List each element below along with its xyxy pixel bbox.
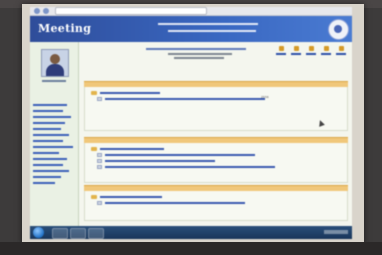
toolbar-label [321,53,331,55]
toolbar-label [276,53,286,55]
avatar-body [46,64,64,76]
agenda-item[interactable] [91,147,164,151]
agenda-item-label[interactable] [100,148,164,150]
forward-icon[interactable] [43,8,49,14]
sidebar-item[interactable] [33,122,65,124]
toolbar-item[interactable] [336,46,346,55]
section-body [84,191,348,221]
agenda-item[interactable] [91,195,162,199]
sidebar-item[interactable] [33,158,67,160]
sidebar-item[interactable] [33,146,73,148]
agenda-item[interactable] [97,159,215,163]
header-title-line-2 [168,30,256,32]
sidebar-item[interactable] [33,128,61,130]
folder-icon [91,147,97,151]
toolbar [276,46,346,55]
avatar-head [50,54,60,64]
sidebar-item[interactable] [33,116,71,118]
sidebar [30,42,79,226]
agenda-item-label[interactable] [105,202,245,204]
agenda-item-label[interactable] [100,196,162,198]
folder-icon [91,91,97,95]
main-content: 2556 [80,42,352,226]
folder-icon [91,195,97,199]
user-name [42,80,66,82]
logout-icon[interactable] [338,46,344,51]
taskbar-app-2[interactable] [70,228,86,239]
document-icon [97,97,102,101]
help-icon[interactable] [323,46,329,51]
agenda-item-label[interactable] [105,98,265,100]
emblem-icon [328,19,349,40]
sidebar-item[interactable] [33,104,67,106]
sidebar-item[interactable] [33,110,63,112]
toolbar-item[interactable] [291,46,301,55]
taskbar-app-3[interactable] [88,228,104,239]
sidebar-item[interactable] [33,152,59,154]
agenda-item-label[interactable] [100,92,160,94]
agenda-item[interactable] [97,97,265,101]
room-floor [0,242,382,255]
sidebar-item[interactable] [33,170,69,172]
system-tray[interactable] [324,230,348,234]
toolbar-label [336,53,346,55]
toolbar-label [306,53,316,55]
browser-toolbar [30,7,352,16]
toolbar-item[interactable] [321,46,331,55]
agenda-item-label[interactable] [105,160,215,162]
agenda-item[interactable] [97,153,255,157]
agenda-item[interactable] [97,201,245,205]
back-icon[interactable] [34,8,40,14]
agenda-item-label[interactable] [105,166,275,168]
meeting-title [146,48,246,50]
windows-taskbar [30,226,352,239]
toolbar-item[interactable] [276,46,286,55]
section-body [84,143,348,183]
section-body: 2556 [84,87,348,131]
meeting-place-line [174,57,224,59]
site-logo[interactable]: Meeting [38,22,91,35]
toolbar-item[interactable] [306,46,316,55]
home-icon[interactable] [278,46,284,51]
meeting-date-line [168,53,232,55]
agenda-item-label[interactable] [105,154,255,156]
site-header: Meeting [30,16,352,42]
sidebar-item[interactable] [33,182,55,184]
agenda-item[interactable] [91,91,160,95]
document-icon [97,201,102,205]
document-icon [97,159,102,163]
start-button-icon[interactable] [33,227,44,238]
document-icon [97,153,102,157]
print-icon[interactable] [293,46,299,51]
sidebar-item[interactable] [33,134,69,136]
agenda-item[interactable] [97,165,275,169]
sidebar-item[interactable] [33,140,63,142]
projected-browser-window: Meeting 2556 [30,7,352,239]
document-icon [97,165,102,169]
year-text: 2556 [261,95,269,99]
sidebar-item[interactable] [33,164,63,166]
toolbar-label [291,53,301,55]
taskbar-app-1[interactable] [52,228,68,239]
header-title-line-1 [158,23,258,25]
sidebar-item[interactable] [33,176,61,178]
search-icon[interactable] [308,46,314,51]
avatar [41,49,69,77]
address-bar[interactable] [55,7,207,15]
